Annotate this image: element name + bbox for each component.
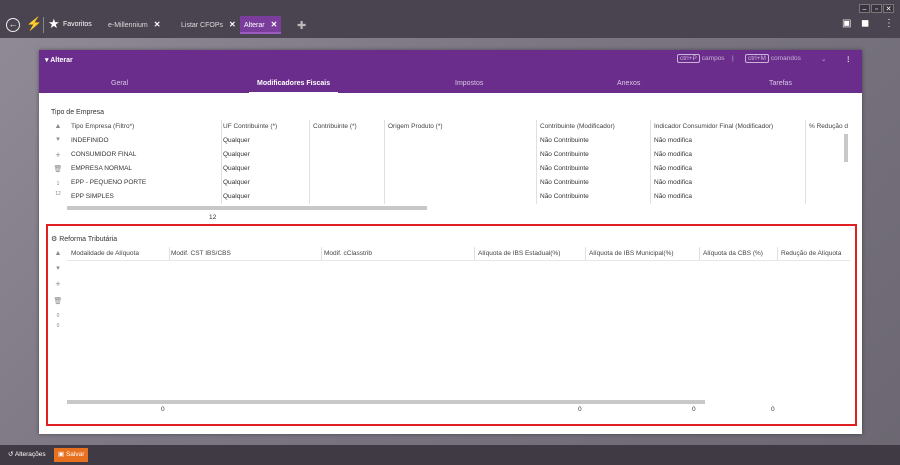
row-count: 12 [209,214,217,221]
table-cell: Não modifica [654,179,692,186]
more-vert-icon[interactable]: ⋮ [845,55,852,63]
section-tipo-empresa: Tipo de Empresa [51,109,105,116]
tab-alterar[interactable]: Alterar ✕ [240,16,282,34]
table-cell: EMPRESA NORMAL [71,165,133,172]
page-number: 12 [55,191,61,197]
panel-tabs: Geral Modificadores Fiscais Impostos Ane… [39,77,862,94]
shortcut-comandos[interactable]: ctrl+M comandos [745,54,801,63]
table-cell: Não Contribuinte [540,151,589,158]
column-header[interactable]: Tipo Empresa (Filtro*) [71,120,221,133]
table-cell: Não modifica [654,137,692,144]
table-cell: EPP SIMPLES [71,193,114,200]
column-header[interactable]: % Redução d [809,120,849,133]
new-tab-icon[interactable]: ✚ [297,19,306,32]
close-window-button[interactable]: ✕ [883,4,894,13]
button-label: Salvar [65,451,85,458]
tab-label: Listar CFOPs [181,22,224,29]
close-icon[interactable]: ✕ [229,20,236,29]
table-cell: Qualquer [223,137,250,144]
table-cell: Não modifica [654,151,692,158]
chat-icon[interactable]: ◼ [861,18,869,29]
tab-tarefas[interactable]: Tarefas [769,80,792,87]
table-cell: Não Contribuinte [540,165,589,172]
shortcut-separator: | [732,55,734,62]
shortcut-campos[interactable]: ctrl+P campos [677,54,725,63]
panel-header: ▾ Alterar ctrl+P campos | ctrl+M comandos … [39,50,862,94]
more-vert-icon[interactable]: ⋮ [884,18,894,29]
chevron-down-icon[interactable]: ⌄ [821,55,826,63]
table-cell: Não Contribuinte [540,179,589,186]
alteracoes-button[interactable]: ↺ Alterações [4,448,50,462]
highlight-box [46,224,857,426]
table-cell: Qualquer [223,151,250,158]
tab-anexos[interactable]: Anexos [617,80,640,87]
table-cell: Não modifica [654,193,692,200]
save-button[interactable]: ▣ Salvar [54,448,89,462]
horizontal-scrollbar[interactable] [67,206,427,210]
column-header[interactable]: UF Contribuinte (*) [223,120,308,133]
table-cell: INDEFINIDO [71,137,109,144]
back-icon[interactable]: ← [6,18,20,32]
table-cell: Não Contribuinte [540,193,589,200]
table-cell: Não Contribuinte [540,137,589,144]
clipboard-icon[interactable]: ▣ [842,18,851,29]
table-cell: Qualquer [223,193,250,200]
bottom-bar: ↺ Alterações ▣ Salvar [0,445,900,465]
column-divider [536,120,537,204]
column-divider [221,120,222,204]
trash-icon[interactable]: 🗑 [53,165,63,173]
collapse-icon[interactable]: ▾ [53,135,63,143]
column-divider [384,120,385,204]
vertical-scrollbar[interactable] [844,134,848,162]
column-divider [650,120,651,204]
column-divider [805,120,806,204]
sort-up-icon[interactable]: ▲ [53,123,63,130]
tab-geral[interactable]: Geral [111,80,128,87]
tab-label: Alterar [244,22,265,29]
minimize-button[interactable]: – [859,4,870,13]
history-icon: ↺ [8,451,14,458]
divider [43,17,44,33]
panel-title[interactable]: ▾ Alterar [45,56,73,64]
maximize-button[interactable]: ▫ [871,4,882,13]
tab-modificadores-fiscais[interactable]: Modificadores Fiscais [248,80,339,94]
star-icon[interactable]: ★ [48,16,60,32]
close-icon[interactable]: ✕ [271,20,278,29]
tab-label: e-Millennium [108,22,148,29]
page-number: 1 [56,181,60,187]
tab-e-millennium[interactable]: e-Millennium ✕ [104,16,164,34]
tab-listar-cfops[interactable]: Listar CFOPs ✕ [177,16,240,34]
favorites-label[interactable]: Favoritos [63,21,92,28]
window-controls: – ▫ ✕ [859,4,894,13]
add-icon[interactable]: + [53,150,63,160]
close-icon[interactable]: ✕ [154,20,161,29]
column-header[interactable]: Contribuinte (*) [313,120,383,133]
table-cell: EPP - PEQUENO PORTE [71,179,147,186]
column-header[interactable]: Contribuinte (Modificador) [540,120,648,133]
save-icon: ▣ [58,451,65,458]
column-header[interactable]: Indicador Consumidor Final (Modificador) [654,120,804,133]
table-cell: Não modifica [654,165,692,172]
table-cell: Qualquer [223,179,250,186]
table-cell: Qualquer [223,165,250,172]
tipo-empresa-grid: ▲ Tipo Empresa (Filtro*) UF Contribuinte… [51,120,850,221]
tab-impostos[interactable]: Impostos [455,80,483,87]
column-header[interactable]: Origem Produto (*) [388,120,533,133]
table-cell: CONSUMIDOR FINAL [71,151,137,158]
app-logo-icon: ⚡ [26,16,43,31]
column-divider [309,120,310,204]
button-label: Alterações [14,451,46,458]
top-bar: ← ⚡ ★ Favoritos e-Millennium ✕ Listar CFO… [0,0,900,38]
